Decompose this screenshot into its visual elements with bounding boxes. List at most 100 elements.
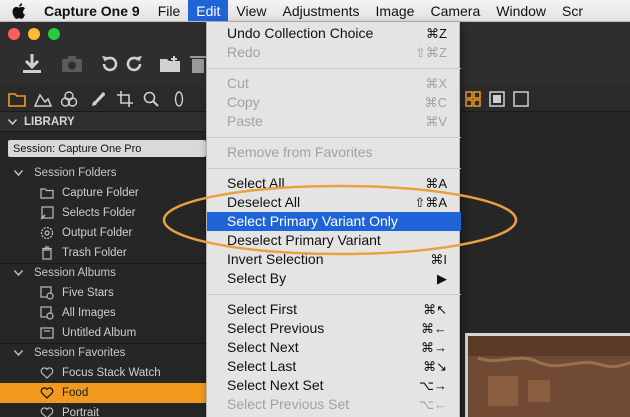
single-view-icon[interactable]	[486, 89, 508, 109]
library-item-five-stars[interactable]: Five Stars	[0, 283, 206, 303]
shortcut: ⌘V	[425, 114, 447, 129]
section-session-albums[interactable]: Session Albums	[0, 263, 206, 283]
section-label: Session Favorites	[34, 347, 126, 359]
menu-separator	[207, 137, 461, 138]
menu-item-select-primary-variant-only[interactable]: Select Primary Variant Only	[207, 212, 461, 231]
color-tab-icon[interactable]	[58, 89, 80, 109]
app-menu[interactable]: Capture One 9	[38, 0, 150, 21]
library-tab-icon[interactable]	[6, 89, 28, 109]
heart-icon	[40, 386, 54, 400]
library-item-label: Portrait	[62, 407, 100, 417]
library-item-label: Output Folder	[62, 227, 133, 239]
trash-icon	[40, 246, 54, 260]
heart-icon	[40, 406, 54, 417]
fullscreen-view-icon[interactable]	[510, 89, 532, 109]
image-thumbnail[interactable]	[465, 333, 630, 417]
menu-file[interactable]: File	[150, 0, 189, 21]
submenu-arrow-icon: ▶	[437, 271, 447, 286]
capture-tab-icon[interactable]	[32, 89, 54, 109]
zoom-window-button[interactable]	[48, 28, 60, 40]
shortcut: ⇧⌘Z	[415, 45, 447, 60]
shortcut: ⌘↖	[423, 302, 447, 317]
chevron-down-icon	[14, 170, 24, 176]
menu-camera[interactable]: Camera	[422, 0, 488, 21]
menu-item-paste: Paste ⌘V	[227, 113, 447, 129]
selects-folder-icon	[40, 206, 54, 220]
shortcut: ⌘←	[421, 321, 447, 336]
menu-item-deselect-primary-variant[interactable]: Deselect Primary Variant	[207, 231, 461, 250]
library-item-trash-folder[interactable]: Trash Folder	[0, 243, 206, 263]
album-icon	[40, 326, 54, 340]
menu-item-select-previous[interactable]: Select Previous ⌘←	[207, 319, 461, 338]
library-item-food[interactable]: Food	[0, 383, 206, 403]
shortcut: ⌘I	[430, 252, 447, 267]
menu-window[interactable]: Window	[488, 0, 554, 21]
menu-item-undo[interactable]: Undo Collection Choice ⌘Z	[207, 24, 461, 43]
section-session-folders[interactable]: Session Folders	[0, 163, 206, 183]
menu-separator	[207, 294, 461, 295]
menu-adjustments[interactable]: Adjustments	[274, 0, 367, 21]
menu-item-select-next[interactable]: Select Next ⌘→	[207, 338, 461, 357]
menu-image[interactable]: Image	[368, 0, 423, 21]
brush-tab-icon[interactable]	[86, 89, 108, 109]
shortcut: ⌘A	[425, 176, 447, 191]
menu-item-select-by[interactable]: Select By ▶	[207, 269, 461, 288]
shortcut: ⌘→	[421, 340, 447, 355]
new-folder-icon[interactable]	[156, 50, 184, 78]
library-item-label: Five Stars	[62, 287, 114, 299]
minimize-window-button[interactable]	[28, 28, 40, 40]
shortcut: ⌘X	[425, 76, 447, 91]
shortcut: ⌘↘	[423, 359, 447, 374]
shortcut: ⌥→	[419, 378, 447, 393]
library-header[interactable]: LIBRARY	[0, 112, 206, 132]
metadata-tab-icon[interactable]	[168, 89, 190, 109]
library-item-label: Selects Folder	[62, 207, 136, 219]
close-window-button[interactable]	[8, 28, 20, 40]
chevron-down-icon	[14, 350, 24, 356]
camera-icon[interactable]	[58, 50, 86, 78]
library-item-label: Food	[62, 387, 89, 399]
library-item-capture-folder[interactable]: Capture Folder	[0, 183, 206, 203]
library-item-all-images[interactable]: All Images	[0, 303, 206, 323]
library-item-label: Trash Folder	[62, 247, 127, 259]
crop-tab-icon[interactable]	[114, 89, 136, 109]
grid-view-icon[interactable]	[462, 89, 484, 109]
menu-item-select-last[interactable]: Select Last ⌘↘	[207, 357, 461, 376]
menu-edit[interactable]: Edit	[188, 0, 229, 21]
menu-bar: Capture One 9 File Edit View Adjustments…	[0, 0, 630, 22]
chevron-down-icon	[14, 270, 24, 276]
library-item-label: Capture Folder	[62, 187, 139, 199]
menu-item-select-all[interactable]: Select All ⌘A	[207, 174, 461, 193]
library-panel: LIBRARY Session: Capture One Pro Session…	[0, 112, 206, 417]
import-icon[interactable]	[18, 50, 46, 78]
library-item-output-folder[interactable]: Output Folder	[0, 223, 206, 243]
shortcut: ⌘C	[424, 95, 447, 110]
shortcut: ⌘Z	[426, 26, 447, 41]
section-label: Session Albums	[34, 267, 116, 279]
library-item-untitled-album[interactable]: Untitled Album	[0, 323, 206, 343]
library-item-portrait[interactable]: Portrait	[0, 403, 206, 417]
menu-scripts[interactable]: Scr	[554, 0, 591, 21]
section-label: Session Folders	[34, 167, 117, 179]
rotate-right-icon[interactable]	[120, 50, 148, 78]
apple-icon[interactable]	[0, 2, 38, 19]
menu-item-copy: Copy ⌘C	[227, 94, 447, 110]
library-item-label: All Images	[62, 307, 116, 319]
heart-icon	[40, 366, 54, 380]
library-item-focus-stack-watch[interactable]: Focus Stack Watch	[0, 363, 206, 383]
menu-separator	[207, 68, 461, 69]
folder-icon	[40, 186, 54, 200]
menu-item-invert-selection[interactable]: Invert Selection ⌘I	[207, 250, 461, 269]
menu-item-redo: Redo ⇧⌘Z	[227, 44, 447, 60]
menu-item-select-next-set[interactable]: Select Next Set ⌥→	[207, 376, 461, 395]
edit-menu-dropdown: Undo Collection Choice ⌘Z Redo ⇧⌘Z Cut ⌘…	[206, 22, 461, 417]
menu-item-cut: Cut ⌘X	[227, 75, 447, 91]
search-tab-icon[interactable]	[140, 89, 162, 109]
menu-item-deselect-all[interactable]: Deselect All ⇧⌘A	[207, 193, 461, 212]
section-session-favorites[interactable]: Session Favorites	[0, 343, 206, 363]
menu-item-select-first[interactable]: Select First ⌘↖	[207, 300, 461, 319]
library-item-selects-folder[interactable]: Selects Folder	[0, 203, 206, 223]
session-selector[interactable]: Session: Capture One Pro	[8, 140, 206, 157]
menu-view[interactable]: View	[228, 0, 274, 21]
gear-icon	[40, 226, 54, 240]
